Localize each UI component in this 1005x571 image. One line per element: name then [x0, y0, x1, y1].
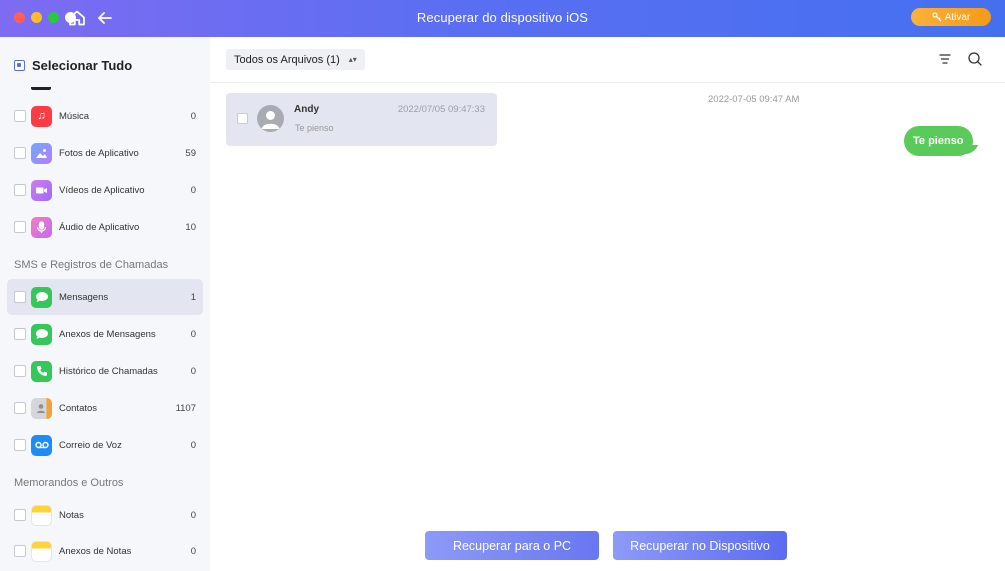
- item-checkbox[interactable]: [14, 402, 26, 414]
- conversation-item[interactable]: Andy 2022/07/05 09:47:33 Te pienso: [226, 93, 497, 146]
- sidebar-item-app-photos[interactable]: Fotos de Aplicativo 59: [7, 135, 203, 171]
- music-icon: ♫: [31, 105, 52, 127]
- item-label: Contatos: [59, 402, 98, 414]
- close-window-button[interactable]: [14, 12, 25, 23]
- title-bar: Recuperar do dispositivo iOS Ativar: [0, 0, 1005, 37]
- zoom-window-button[interactable]: [48, 12, 59, 23]
- recover-to-device-button[interactable]: Recuperar no Dispositivo: [613, 531, 787, 560]
- select-all-label: Selecionar Tudo: [32, 58, 133, 73]
- sidebar: Selecionar Tudo ♫ Música 0 Fotos de Apli…: [0, 37, 210, 571]
- item-label: Histórico de Chamadas: [59, 365, 158, 377]
- contacts-icon: [31, 397, 52, 419]
- item-count: 0: [190, 509, 196, 521]
- sidebar-item-app-audio[interactable]: Áudio de Aplicativo 10: [7, 209, 203, 245]
- minimize-window-button[interactable]: [31, 12, 42, 23]
- item-count: 1107: [175, 402, 196, 414]
- item-checkbox[interactable]: [14, 184, 26, 196]
- sidebar-item-notes[interactable]: Notas 0: [7, 497, 203, 533]
- item-checkbox[interactable]: [14, 545, 26, 557]
- app-video-icon: [31, 179, 52, 201]
- search-icon[interactable]: [967, 51, 983, 67]
- avatar: [257, 105, 284, 132]
- sidebar-item-music[interactable]: ♫ Música 0: [7, 98, 203, 134]
- item-label: Música: [59, 110, 90, 122]
- item-count: 1: [190, 291, 196, 303]
- app-photos-icon: [31, 142, 52, 164]
- item-label: Mensagens: [59, 291, 109, 303]
- item-count: 0: [190, 545, 196, 557]
- sidebar-item-message-attachments[interactable]: Anexos de Mensagens 0: [7, 316, 203, 352]
- item-checkbox[interactable]: [14, 147, 26, 159]
- filter-label: Todos os Arquivos (1): [234, 53, 340, 66]
- voicemail-icon: [31, 434, 52, 456]
- item-count: 59: [185, 147, 196, 159]
- home-icon[interactable]: [67, 8, 87, 28]
- item-label: Áudio de Aplicativo: [59, 221, 140, 233]
- section-notes-others: Memorandos e Outros: [14, 477, 124, 489]
- message-bubble: Te pienso: [904, 126, 973, 156]
- conversation-checkbox[interactable]: [237, 113, 248, 124]
- message-timestamp: 2022-07-05 09:47 AM: [708, 94, 800, 105]
- item-checkbox[interactable]: [14, 328, 26, 340]
- window-title: Recuperar do dispositivo iOS: [416, 10, 589, 25]
- item-checkbox[interactable]: [14, 365, 26, 377]
- notes-icon: [31, 504, 52, 526]
- item-checkbox[interactable]: [14, 221, 26, 233]
- sidebar-item-contacts[interactable]: Contatos 1107: [7, 390, 203, 426]
- main-panel: Todos os Arquivos (1) ▴▾ Andy 2022/07/05…: [210, 37, 1005, 571]
- item-count: 0: [190, 110, 196, 122]
- sidebar-item-voicemail[interactable]: Correio de Voz 0: [7, 427, 203, 463]
- select-all-box[interactable]: [14, 60, 25, 71]
- activate-label: Ativar: [944, 11, 971, 23]
- messages-icon: [31, 286, 52, 308]
- sidebar-item-app-videos[interactable]: Vídeos de Aplicativo 0: [7, 172, 203, 208]
- item-checkbox[interactable]: [14, 291, 26, 303]
- item-checkbox[interactable]: [14, 110, 26, 122]
- partial-item-icon: [31, 87, 51, 90]
- item-label: Anexos de Mensagens: [59, 328, 156, 340]
- recover-to-pc-button[interactable]: Recuperar para o PC: [425, 531, 599, 560]
- item-count: 0: [190, 439, 196, 451]
- item-checkbox[interactable]: [14, 439, 26, 451]
- key-icon: [932, 12, 942, 22]
- header-divider: [210, 82, 1005, 83]
- section-sms-calls: SMS e Registros de Chamadas: [14, 259, 169, 271]
- sidebar-item-messages[interactable]: Mensagens 1: [7, 279, 203, 315]
- up-down-caret-icon: ▴▾: [348, 55, 357, 64]
- conversation-date: 2022/07/05 09:47:33: [397, 104, 485, 115]
- item-count: 0: [190, 365, 196, 377]
- file-filter-dropdown[interactable]: Todos os Arquivos (1) ▴▾: [226, 49, 365, 70]
- contact-name: Andy: [294, 104, 319, 115]
- select-all-checkbox[interactable]: Selecionar Tudo: [14, 58, 132, 73]
- sidebar-item-call-history[interactable]: Histórico de Chamadas 0: [7, 353, 203, 389]
- item-label: Notas: [59, 509, 84, 521]
- item-label: Anexos de Notas: [59, 545, 132, 557]
- phone-icon: [31, 360, 52, 382]
- app-audio-icon: [31, 216, 52, 238]
- item-count: 10: [185, 221, 196, 233]
- sidebar-item-notes-attachments[interactable]: Anexos de Notas 0: [7, 533, 203, 569]
- item-count: 0: [190, 328, 196, 340]
- item-label: Fotos de Aplicativo: [59, 147, 139, 159]
- activate-button[interactable]: Ativar: [911, 8, 991, 26]
- item-label: Correio de Voz: [59, 439, 122, 451]
- item-count: 0: [190, 184, 196, 196]
- filter-lines-icon[interactable]: [937, 51, 953, 67]
- notes-attachments-icon: [31, 540, 52, 562]
- item-checkbox[interactable]: [14, 509, 26, 521]
- item-label: Vídeos de Aplicativo: [59, 184, 145, 196]
- back-arrow-icon[interactable]: [95, 8, 115, 28]
- conversation-preview: Te pienso: [295, 123, 334, 133]
- message-attachments-icon: [31, 323, 52, 345]
